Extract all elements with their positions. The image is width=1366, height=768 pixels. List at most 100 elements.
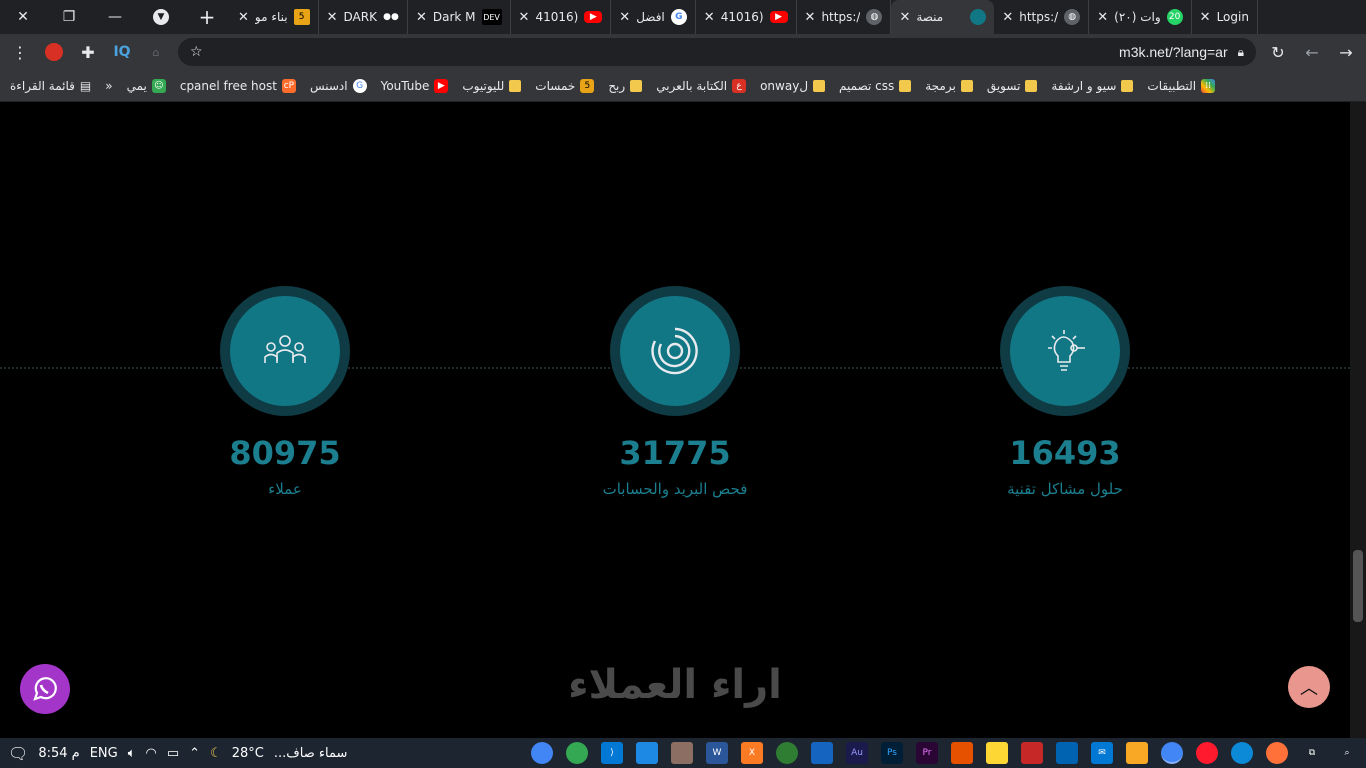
folder-icon (813, 79, 826, 92)
audition-icon[interactable]: Au (846, 742, 868, 764)
close-icon[interactable]: ✕ (1200, 10, 1211, 25)
clock[interactable]: 8:54 م (38, 746, 79, 761)
lock-icon[interactable]: 🔒︎ (1238, 45, 1244, 60)
minimize-window-button[interactable]: — (92, 0, 138, 34)
explorer-icon[interactable] (1126, 742, 1148, 764)
tab-10[interactable]: ✕ (٢٠) وات 20 (1089, 0, 1192, 34)
tab-3[interactable]: ✕ Dark M DEV (408, 0, 511, 34)
bookmark-cpanel[interactable]: cpanel free host cP (180, 78, 296, 93)
close-icon[interactable]: ✕ (704, 10, 715, 25)
app-orange-icon[interactable] (951, 742, 973, 764)
close-icon[interactable]: ✕ (1097, 10, 1108, 25)
bookmark-apps[interactable]: التطبيقات ⁞⁞ (1147, 78, 1216, 93)
close-icon[interactable]: ✕ (1002, 10, 1013, 25)
bookmark-folder-programming[interactable]: برمجة (925, 79, 973, 93)
forward-arrow-icon[interactable]: → (1334, 40, 1358, 64)
virtualbox-icon[interactable] (811, 742, 833, 764)
tab-6[interactable]: ✕ 41016) ▶ (696, 0, 797, 34)
tab-7[interactable]: ✕ https:/ ◍ (797, 0, 892, 34)
reload-icon[interactable]: ↻ (1266, 40, 1290, 64)
premiere-icon[interactable]: Pr (916, 742, 938, 764)
search-icon[interactable]: ⌕ (1336, 742, 1358, 764)
xampp-icon[interactable]: X (741, 742, 763, 764)
close-icon[interactable]: ✕ (416, 10, 427, 25)
reading-list-button[interactable]: قائمة القراءة ▤ (10, 79, 91, 93)
app-blue-icon[interactable] (636, 742, 658, 764)
opera-icon[interactable] (1196, 742, 1218, 764)
close-icon[interactable]: ✕ (619, 10, 630, 25)
temperature[interactable]: 28°C (232, 746, 264, 761)
page-scrollbar[interactable] (1350, 102, 1366, 738)
whatsapp-button[interactable] (20, 664, 70, 714)
tab-label: افضل (636, 10, 665, 24)
bookmark-yami[interactable]: يمي ☺ (127, 78, 166, 93)
menu-icon[interactable]: ⋮ (8, 40, 32, 64)
task-view-icon[interactable]: ⧉ (1301, 742, 1323, 764)
tab-label: Dark M (432, 10, 476, 24)
extension-clapper-icon[interactable] (42, 40, 66, 64)
bookmark-folder-youtube[interactable]: لليوتيوب (462, 79, 522, 93)
store-icon[interactable] (1056, 742, 1078, 764)
weather-text[interactable]: سماء صاف... (274, 746, 348, 761)
bookmark-arabic-writing[interactable]: الكتابة بالعربي ع (656, 78, 747, 93)
tab-2[interactable]: ✕ DARK ●● (319, 0, 408, 34)
cpanel-icon: cP (281, 78, 296, 93)
bookmarks-overflow-button[interactable]: » (105, 79, 112, 93)
restore-window-button[interactable]: ❐ (46, 0, 92, 34)
bookmark-label: onwayل (760, 78, 809, 93)
iq-extension-icon[interactable]: IQ (110, 40, 134, 64)
back-arrow-icon[interactable]: ← (1300, 40, 1324, 64)
tab-4[interactable]: ✕ 41016) ▶ (511, 0, 612, 34)
bookmark-adsense[interactable]: ادسنس G (310, 78, 367, 93)
mail-icon[interactable]: ✉ (1091, 742, 1113, 764)
extensions-puzzle-icon[interactable]: ✚ (76, 40, 100, 64)
url-text[interactable]: m3k.net/?lang=ar (213, 44, 1228, 60)
language-indicator[interactable]: ENG (90, 746, 118, 761)
new-tab-button[interactable]: + (184, 0, 230, 34)
photoshop-icon[interactable]: Ps (881, 742, 903, 764)
scrollbar-thumb[interactable] (1353, 550, 1363, 622)
app-red-icon[interactable] (1021, 742, 1043, 764)
tab-1[interactable]: ✕ بناء مو 5 (230, 0, 319, 34)
word-icon[interactable]: W (706, 742, 728, 764)
translate-icon[interactable]: ⌂ (144, 40, 168, 64)
app-hand-icon[interactable] (671, 742, 693, 764)
tab-9[interactable]: ✕ https:/ ◍ (994, 0, 1090, 34)
volume-icon[interactable]: 🔈︎ (128, 746, 136, 761)
tab-label: DARK (343, 10, 377, 24)
chevron-up-icon[interactable]: ⌃ (189, 746, 200, 761)
chrome-alt-icon[interactable] (566, 742, 588, 764)
scroll-to-top-button[interactable]: ︿ (1288, 666, 1330, 708)
close-icon[interactable]: ✕ (899, 10, 910, 25)
bookmark-folder-profit[interactable]: ربح (608, 79, 643, 93)
bookmark-folder-marketing[interactable]: تسويق (987, 79, 1038, 93)
edge-icon[interactable] (1231, 742, 1253, 764)
battery-icon[interactable]: ▭ (167, 746, 179, 761)
tab-active[interactable]: ✕ منصة (891, 0, 995, 34)
tab-5[interactable]: ✕ افضل G (611, 0, 696, 34)
firefox-icon[interactable] (1266, 742, 1288, 764)
vscode-icon[interactable]: ⟩ (601, 742, 623, 764)
close-icon[interactable]: ✕ (327, 10, 338, 25)
close-icon[interactable]: ✕ (519, 10, 530, 25)
star-icon[interactable]: ☆ (190, 44, 203, 60)
bookmark-khamsat[interactable]: خمسات 5 (535, 78, 595, 93)
chrome-green-icon[interactable] (776, 742, 798, 764)
bookmark-youtube[interactable]: YouTube ▶ (381, 78, 449, 93)
tab-label: 41016) (535, 10, 579, 24)
bookmark-label: برمجة (925, 78, 956, 93)
bookmark-folder-seo[interactable]: سيو و ارشفة (1051, 79, 1134, 93)
close-icon[interactable]: ✕ (238, 10, 249, 25)
chrome-icon[interactable] (531, 742, 553, 764)
wifi-icon[interactable]: ◠ (146, 746, 157, 761)
address-bar[interactable]: ☆ m3k.net/?lang=ar 🔒︎ (178, 38, 1256, 66)
bookmark-folder-css[interactable]: تصميم css (839, 79, 912, 93)
close-icon[interactable]: ✕ (805, 10, 816, 25)
notepad-icon[interactable] (986, 742, 1008, 764)
notifications-icon[interactable]: 🗨︎ (8, 744, 28, 763)
tab-search-button[interactable]: ▼ (138, 0, 184, 34)
bookmark-folder-onway[interactable]: onwayل (760, 78, 826, 93)
close-window-button[interactable]: ✕ (0, 0, 46, 34)
tab-11[interactable]: ✕ Login (1192, 0, 1258, 34)
chrome-active-icon[interactable] (1161, 742, 1183, 764)
